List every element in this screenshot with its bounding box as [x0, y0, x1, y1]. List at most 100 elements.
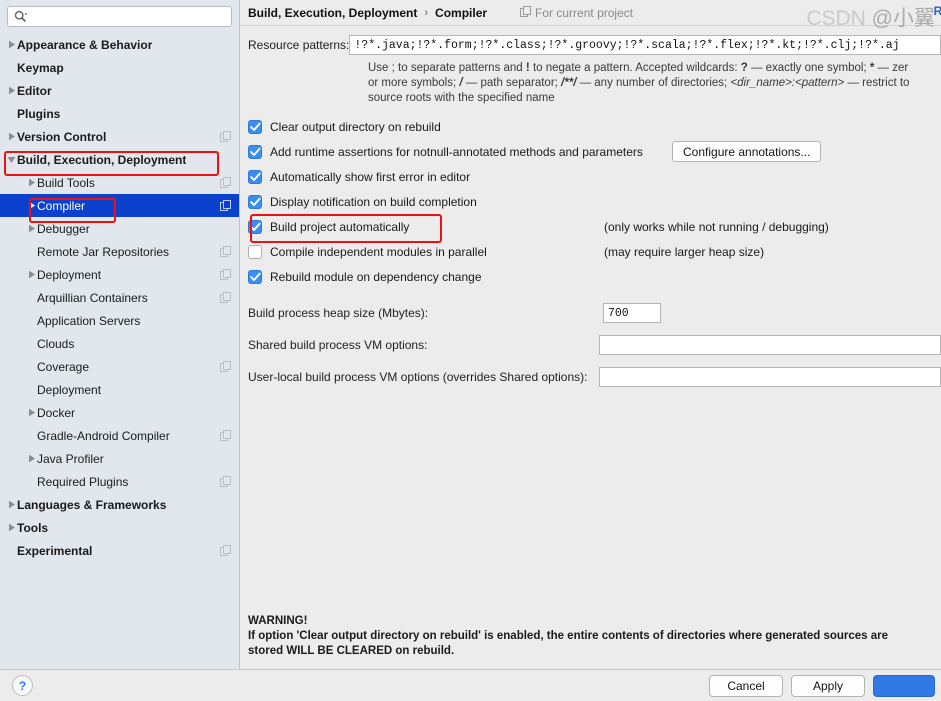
sidebar-item-tools[interactable]: Tools	[0, 516, 239, 539]
hint-2d: /**/	[561, 77, 577, 89]
checkbox-clear-output-directory-on-rebuild[interactable]	[248, 119, 262, 134]
warning-line-1: If option 'Clear output directory on reb…	[248, 630, 889, 642]
chevron-right-icon	[6, 33, 17, 56]
checkbox-label: Add runtime assertions for notnull-annot…	[270, 144, 643, 159]
chevron-right-icon	[26, 447, 37, 470]
sidebar-item-label: Editor	[17, 83, 52, 98]
sidebar-item-compiler[interactable]: Compiler	[0, 194, 239, 217]
sidebar-item-deployment[interactable]: Deployment	[0, 378, 239, 401]
sidebar-item-required-plugins[interactable]: Required Plugins	[0, 470, 239, 493]
sidebar-item-label: Application Servers	[37, 313, 141, 328]
shared-vm-options-label: Shared build process VM options:	[248, 338, 428, 352]
user-vm-options-input[interactable]	[599, 367, 941, 387]
project-scope-icon	[220, 200, 231, 211]
project-scope-text: For current project	[535, 5, 634, 20]
sidebar-item-gradle-android-compiler[interactable]: Gradle-Android Compiler	[0, 424, 239, 447]
sidebar-item-editor[interactable]: Editor	[0, 79, 239, 102]
sidebar-item-build-tools[interactable]: Build Tools	[0, 171, 239, 194]
sidebar-item-languages-frameworks[interactable]: Languages & Frameworks	[0, 493, 239, 516]
project-scope-icon	[520, 5, 532, 20]
sidebar-item-label: Clouds	[37, 336, 75, 351]
sidebar-item-label: Debugger	[37, 221, 90, 236]
sidebar-item-label: Required Plugins	[37, 474, 129, 489]
cancel-button[interactable]: Cancel	[709, 674, 783, 697]
shared-vm-options-row: Shared build process VM options:	[248, 335, 941, 355]
checkbox-row[interactable]: Rebuild module on dependency change	[248, 264, 941, 289]
sidebar-item-debugger[interactable]: Debugger	[0, 217, 239, 240]
sidebar-item-deployment[interactable]: Deployment	[0, 263, 239, 286]
heap-size-input[interactable]	[603, 303, 661, 323]
settings-tree[interactable]: Appearance & Behavior Keymap Editor Plugins…	[0, 32, 239, 669]
chevron-right-icon	[26, 217, 37, 240]
sidebar-item-java-profiler[interactable]: Java Profiler	[0, 447, 239, 470]
footer-buttons: Cancel Apply	[709, 674, 935, 697]
hint-line-1: Use ; to separate patterns and ! to nega…	[368, 62, 908, 74]
checkbox-add-runtime-assertions-for-notnull-annotated-methods-and-parameters[interactable]	[248, 144, 262, 159]
dialog-footer: ? Cancel Apply	[0, 669, 941, 701]
hint-1d: ?	[740, 62, 748, 74]
hint-line-2: or more symbols; / — path separator; /**…	[368, 77, 909, 89]
checkbox-row[interactable]: Display notification on build completion	[248, 189, 941, 214]
sidebar-item-label: Appearance & Behavior	[17, 37, 153, 52]
sidebar-item-label: Keymap	[17, 60, 64, 75]
sidebar-item-coverage[interactable]: Coverage	[0, 355, 239, 378]
sidebar-item-experimental[interactable]: Experimental	[0, 539, 239, 562]
checkbox-row[interactable]: Clear output directory on rebuild	[248, 114, 941, 139]
project-scope-icon	[220, 269, 231, 280]
search-box[interactable]	[7, 6, 232, 27]
resource-patterns-row: Resource patterns:	[248, 35, 941, 55]
checkbox-display-notification-on-build-completion[interactable]	[248, 194, 262, 209]
sidebar-item-remote-jar-repositories[interactable]: Remote Jar Repositories	[0, 240, 239, 263]
apply-button[interactable]: Apply	[791, 674, 865, 697]
checkbox-row[interactable]: Compile independent modules in parallel (…	[248, 239, 941, 264]
shared-vm-options-input[interactable]	[599, 335, 941, 355]
chevron-down-icon	[6, 148, 17, 171]
checkbox-label: Compile independent modules in parallel	[270, 244, 487, 259]
breadcrumb-root[interactable]: Build, Execution, Deployment	[248, 6, 417, 20]
sidebar-item-label: Coverage	[37, 359, 90, 374]
project-scope-icon	[220, 246, 231, 257]
warning-line-2: stored WILL BE CLEARED on rebuild.	[248, 645, 455, 657]
checkbox-compile-independent-modules-in-parallel[interactable]	[248, 244, 262, 259]
checkbox-row[interactable]: Automatically show first error in editor	[248, 164, 941, 189]
sidebar-item-label: Deployment	[37, 267, 102, 282]
help-button[interactable]: ?	[12, 675, 33, 696]
resource-patterns-input[interactable]	[349, 35, 941, 55]
reset-link[interactable]: Re	[934, 4, 941, 18]
resource-patterns-hint: Use ; to separate patterns and ! to nega…	[368, 61, 941, 106]
hint-2c: — path separator;	[462, 77, 562, 89]
sidebar-item-label: Remote Jar Repositories	[37, 244, 170, 259]
dialog-body: Appearance & Behavior Keymap Editor Plugins…	[0, 0, 941, 669]
sidebar-item-arquillian-containers[interactable]: Arquillian Containers	[0, 286, 239, 309]
sidebar-item-appearance-behavior[interactable]: Appearance & Behavior	[0, 33, 239, 56]
sidebar-item-clouds[interactable]: Clouds	[0, 332, 239, 355]
ok-button[interactable]	[873, 674, 935, 697]
search-input[interactable]	[30, 7, 231, 26]
sidebar-item-plugins[interactable]: Plugins	[0, 102, 239, 125]
project-scope-label: For current project	[520, 5, 634, 20]
settings-dialog: Appearance & Behavior Keymap Editor Plugins…	[0, 0, 941, 701]
checkbox-row[interactable]: Build project automatically (only works w…	[248, 214, 941, 239]
sidebar-item-label: Version Control	[17, 129, 107, 144]
settings-sidebar: Appearance & Behavior Keymap Editor Plugins…	[0, 0, 240, 669]
project-scope-icon	[220, 545, 231, 556]
checkbox-build-project-automatically[interactable]	[248, 219, 262, 234]
configure-annotations-button[interactable]: Configure annotations...	[672, 141, 822, 162]
checkbox-row[interactable]: Add runtime assertions for notnull-annot…	[248, 139, 941, 164]
checkbox-automatically-show-first-error-in-editor[interactable]	[248, 169, 262, 184]
resource-patterns-label: Resource patterns:	[248, 38, 350, 52]
sidebar-item-application-servers[interactable]: Application Servers	[0, 309, 239, 332]
project-scope-icon	[220, 292, 231, 303]
sidebar-item-build-execution-deployment[interactable]: Build, Execution, Deployment	[0, 148, 239, 171]
warning-title: WARNING!	[248, 615, 308, 627]
hint-1e: — exactly one symbol;	[747, 62, 870, 74]
hint-1c: to negate a pattern. Accepted wildcards:	[529, 62, 741, 74]
sidebar-item-version-control[interactable]: Version Control	[0, 125, 239, 148]
sidebar-item-keymap[interactable]: Keymap	[0, 56, 239, 79]
hint-2e: — any number of directories;	[576, 77, 731, 89]
sidebar-item-docker[interactable]: Docker	[0, 401, 239, 424]
checkbox-rebuild-module-on-dependency-change[interactable]	[248, 269, 262, 284]
